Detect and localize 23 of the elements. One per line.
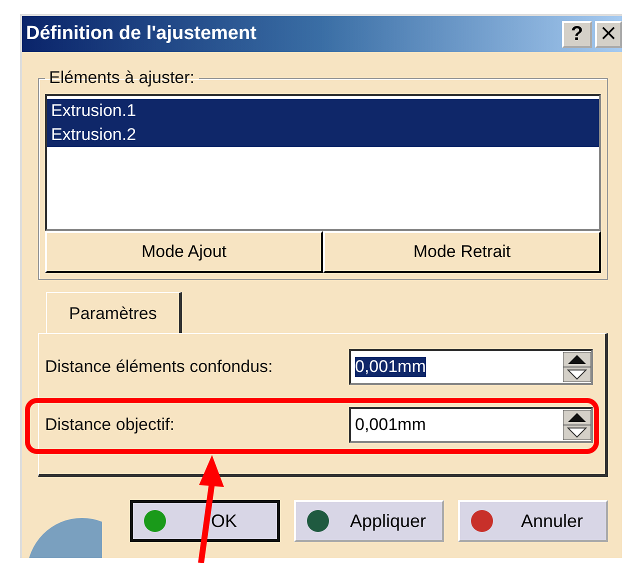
spinner-arrows-icon[interactable] — [563, 410, 591, 440]
field-label: Distance éléments confondus: — [45, 357, 273, 377]
spin-field[interactable]: 0,001mm — [349, 349, 593, 385]
orb-icon — [143, 509, 167, 533]
dialog-button[interactable]: Annuler — [458, 500, 608, 542]
mode-button[interactable]: Mode Retrait — [323, 231, 601, 273]
group-label: Eléments à ajuster: — [48, 68, 196, 88]
dialog-button[interactable]: Appliquer — [294, 500, 444, 542]
help-button[interactable]: ? — [562, 20, 592, 48]
spinner-arrows-icon[interactable] — [563, 352, 591, 382]
orb-icon — [470, 509, 494, 533]
field-value: 0,001mm — [355, 415, 426, 435]
list-item[interactable]: Extrusion.2 — [47, 123, 599, 147]
field-value: 0,001mm — [355, 357, 426, 377]
spin-field[interactable]: 0,001mm — [349, 407, 593, 443]
tab[interactable]: Paramètres — [46, 292, 182, 334]
close-button[interactable]: × — [595, 20, 622, 48]
field-label: Distance objectif: — [45, 415, 174, 435]
orb-icon — [306, 509, 330, 533]
list-item[interactable]: Extrusion.1 — [47, 99, 599, 123]
dialog-button[interactable]: OK — [130, 500, 280, 542]
window-title: Définition de l'ajustement — [26, 23, 256, 45]
mode-button[interactable]: Mode Ajout — [45, 231, 323, 273]
